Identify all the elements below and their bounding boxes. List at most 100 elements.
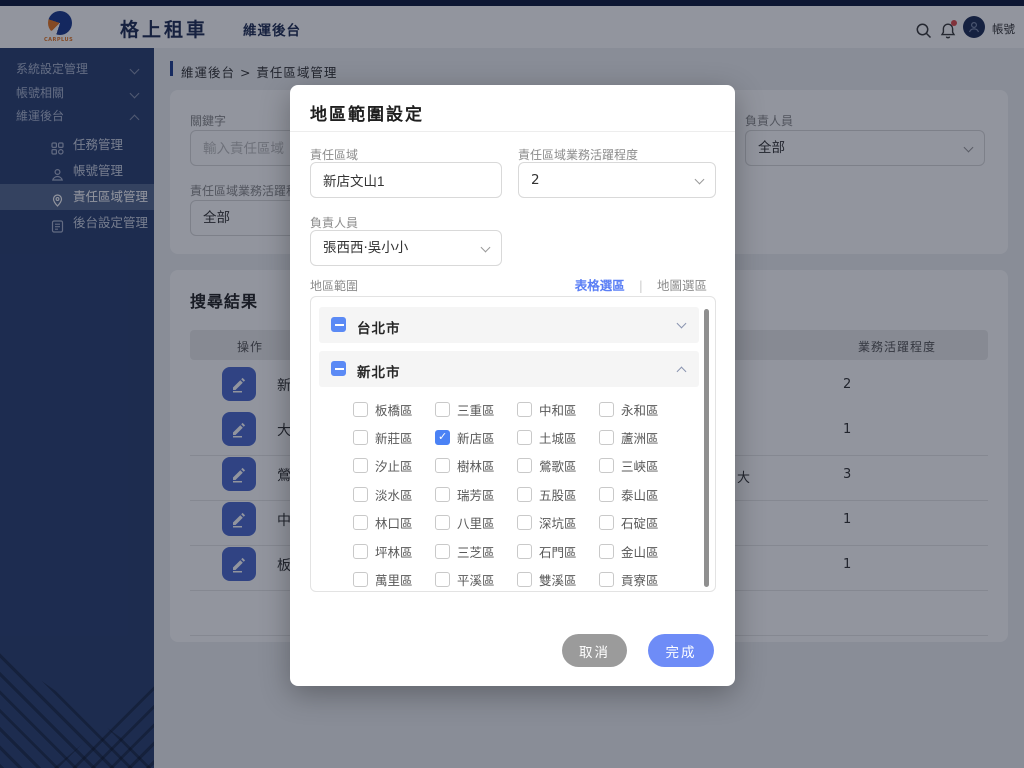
tab-table-select[interactable]: 表格選區 [575,278,625,298]
district-label: 八里區 [457,513,495,532]
district-label: 新莊區 [375,428,413,447]
district-label: 萬里區 [375,570,413,589]
district-grid: 板橋區 三重區 中和區 永和區 新莊區 新店區 土城區 蘆洲區 汐止區 樹林區 … [353,395,703,592]
dialog-title: 地區範圍設定 [310,100,424,125]
district-checkbox[interactable]: 中和區 [517,400,599,419]
district-checkbox[interactable]: 林口區 [353,513,435,532]
district-label: 土城區 [539,428,577,447]
district-label: 深坑區 [539,513,577,532]
area-input[interactable] [310,162,502,198]
checkbox-icon [353,572,368,587]
checkbox-icon [353,544,368,559]
city-name: 台北市 [357,317,401,337]
district-checkbox[interactable]: 三芝區 [435,542,517,561]
checkbox-icon [353,515,368,530]
district-checkbox[interactable]: 石碇區 [599,513,681,532]
checkbox-icon [435,572,450,587]
chevron-down-icon [481,243,491,253]
district-label: 淡水區 [375,485,413,504]
district-checkbox[interactable]: 板橋區 [353,400,435,419]
checkbox-icon [435,515,450,530]
app-root: CARPLUS 格上租車 維運後台 帳號 系統設定管理 帳號相關 維運後台 [0,0,1024,768]
city-checkbox-indeterminate[interactable] [331,317,346,332]
city-row-new-taipei[interactable]: 新北市 [319,351,699,387]
district-list: 台北市 新北市 板橋區 三重區 中和區 永和區 新莊區 新店區 土城區 蘆洲區 … [310,296,716,592]
district-checkbox[interactable]: 瑞芳區 [435,485,517,504]
confirm-button[interactable]: 完成 [648,634,714,667]
chevron-up-icon [677,367,687,377]
district-checkbox[interactable]: 汐止區 [353,456,435,475]
dialog-divider [290,131,735,132]
city-row-taipei[interactable]: 台北市 [319,307,699,343]
manager-value: 張西西·吳小小 [323,240,408,256]
district-checkbox[interactable]: 泰山區 [599,485,681,504]
district-checkbox[interactable]: 五股區 [517,485,599,504]
district-checkbox[interactable]: 永和區 [599,400,681,419]
manager-label: 負責人員 [310,214,358,231]
checkbox-checked-icon [435,430,450,445]
district-label: 瑞芳區 [457,485,495,504]
checkbox-icon [599,572,614,587]
checkbox-icon [599,402,614,417]
district-checkbox[interactable]: 坪林區 [353,542,435,561]
district-checkbox[interactable]: 鶯歌區 [517,456,599,475]
district-label: 金山區 [621,542,659,561]
scrollbar-thumb[interactable] [704,309,709,587]
checkbox-icon [435,402,450,417]
district-label: 三重區 [457,400,495,419]
district-checkbox[interactable]: 深坑區 [517,513,599,532]
activity-value: 2 [531,172,540,188]
checkbox-icon [599,458,614,473]
district-label: 中和區 [539,400,577,419]
district-checkbox[interactable]: 萬里區 [353,570,435,589]
district-checkbox[interactable]: 金山區 [599,542,681,561]
district-label: 新店區 [457,428,495,447]
district-checkbox[interactable]: 貢寮區 [599,570,681,589]
range-tabs: 表格選區 | 地圖選區 [575,275,707,294]
tab-map-select[interactable]: 地圖選區 [657,278,707,293]
district-label: 平溪區 [457,570,495,589]
district-label: 石碇區 [621,513,659,532]
district-checkbox[interactable]: 平溪區 [435,570,517,589]
district-checkbox-checked[interactable]: 新店區 [435,428,517,447]
checkbox-icon [435,487,450,502]
manager-select[interactable]: 張西西·吳小小 [310,230,502,266]
district-label: 汐止區 [375,456,413,475]
district-checkbox[interactable]: 蘆洲區 [599,428,681,447]
checkbox-icon [517,544,532,559]
district-checkbox[interactable]: 三峽區 [599,456,681,475]
district-checkbox[interactable]: 三重區 [435,400,517,419]
chevron-down-icon [677,319,687,329]
checkbox-icon [353,402,368,417]
checkbox-icon [599,487,614,502]
district-checkbox[interactable]: 土城區 [517,428,599,447]
district-checkbox[interactable]: 樹林區 [435,456,517,475]
checkbox-icon [599,430,614,445]
district-label: 雙溪區 [539,570,577,589]
district-checkbox[interactable]: 新莊區 [353,428,435,447]
checkbox-icon [517,572,532,587]
checkbox-icon [517,402,532,417]
district-label: 林口區 [375,513,413,532]
cancel-button[interactable]: 取消 [562,634,627,667]
checkbox-icon [517,515,532,530]
district-label: 泰山區 [621,485,659,504]
district-label: 三芝區 [457,542,495,561]
district-label: 永和區 [621,400,659,419]
district-checkbox[interactable]: 八里區 [435,513,517,532]
district-label: 鶯歌區 [539,456,577,475]
activity-select[interactable]: 2 [518,162,716,198]
district-checkbox[interactable]: 淡水區 [353,485,435,504]
tab-separator: | [639,278,643,293]
district-label: 三峽區 [621,456,659,475]
district-label: 五股區 [539,485,577,504]
district-label: 石門區 [539,542,577,561]
checkbox-icon [353,458,368,473]
district-checkbox[interactable]: 雙溪區 [517,570,599,589]
city-checkbox-indeterminate[interactable] [331,361,346,376]
district-checkbox[interactable]: 石門區 [517,542,599,561]
area-range-dialog: 地區範圍設定 責任區域 責任區域業務活躍程度 2 負責人員 張西西·吳小小 地區… [290,85,735,686]
checkbox-icon [599,544,614,559]
checkbox-icon [517,430,532,445]
district-label: 蘆洲區 [621,428,659,447]
